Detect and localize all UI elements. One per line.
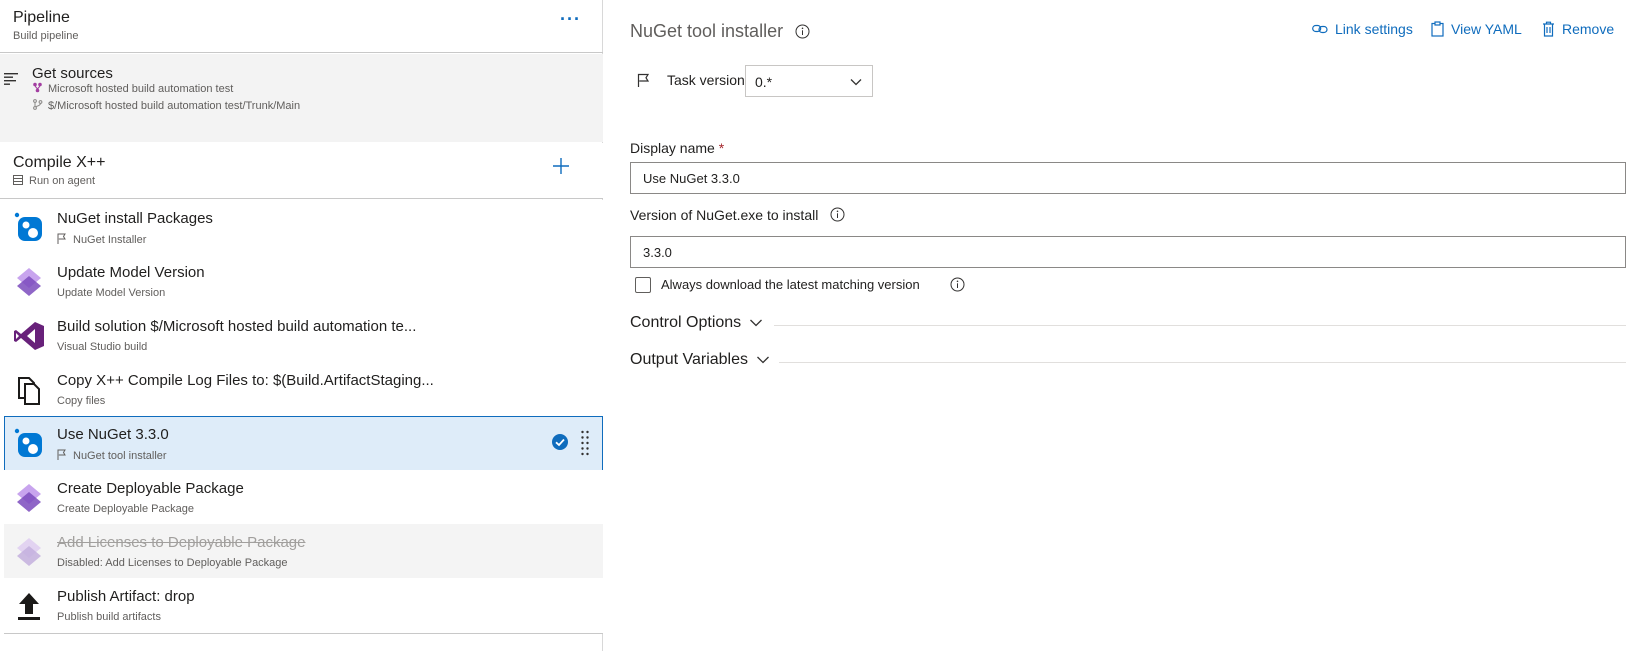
chevron-down-icon xyxy=(757,356,769,364)
required-marker: * xyxy=(718,140,725,156)
output-variables-label: Output Variables xyxy=(630,351,748,368)
task-version-label: Task version xyxy=(667,72,745,88)
agent-job-header[interactable]: Compile X++ Run on agent xyxy=(0,143,603,199)
control-options-section[interactable]: Control Options xyxy=(630,314,763,332)
flag-icon xyxy=(637,73,650,87)
add-task-button[interactable] xyxy=(550,155,572,177)
view-yaml-button[interactable]: View YAML xyxy=(1431,19,1522,39)
task-subtitle-line: NuGet tool installer xyxy=(57,449,167,462)
source-list-icon xyxy=(4,73,18,85)
link-icon xyxy=(1312,24,1328,34)
task-version-dropdown[interactable]: 0.* xyxy=(745,65,873,97)
task-item-build-solution[interactable]: Build solution $/Microsoft hosted build … xyxy=(4,308,603,364)
branch-icon xyxy=(33,99,43,110)
divider xyxy=(779,362,1626,363)
remove-label: Remove xyxy=(1562,21,1615,37)
task-item-add-licenses[interactable]: Add Licenses to Deployable Package Disab… xyxy=(4,524,603,580)
task-subtitle: Update Model Version xyxy=(57,287,166,299)
pipeline-tasks-panel: Pipeline Build pipeline ··· Get sources … xyxy=(0,0,603,651)
always-download-checkbox[interactable] xyxy=(635,277,651,293)
trash-icon xyxy=(1543,21,1554,37)
output-variables-section[interactable]: Output Variables xyxy=(630,351,770,369)
display-name-input[interactable] xyxy=(630,162,1626,194)
task-subtitle: Copy files xyxy=(57,395,106,407)
agent-job-title: Compile X++ xyxy=(13,154,106,171)
info-icon[interactable] xyxy=(795,24,810,39)
task-subtitle: Disabled: Add Licenses to Deployable Pac… xyxy=(57,557,288,569)
chevron-down-icon xyxy=(750,319,763,327)
clipboard-icon xyxy=(1431,21,1444,37)
get-sources-repo-line: Microsoft hosted build automation test xyxy=(32,82,233,95)
control-options-label: Control Options xyxy=(630,314,742,331)
task-title: NuGet install Packages xyxy=(57,210,213,227)
upload-icon xyxy=(18,593,40,620)
task-subtitle: Publish build artifacts xyxy=(57,611,161,623)
get-sources-path-line: $/Microsoft hosted build automation test… xyxy=(32,99,300,112)
server-icon xyxy=(13,175,23,185)
version-spec-label: Version of NuGet.exe to install xyxy=(630,207,819,223)
task-title: Build solution $/Microsoft hosted build … xyxy=(57,318,417,335)
pipeline-subtitle: Build pipeline xyxy=(13,30,79,42)
task-item-use-nuget[interactable]: Use NuGet 3.3.0 NuGet tool installer xyxy=(4,416,603,472)
link-settings-label: Link settings xyxy=(1335,21,1413,37)
dynamics-icon xyxy=(17,538,41,566)
get-sources-title: Get sources xyxy=(32,65,113,82)
task-title: Copy X++ Compile Log Files to: $(Build.A… xyxy=(57,372,434,389)
task-item-publish-artifact[interactable]: Publish Artifact: drop Publish build art… xyxy=(4,578,603,634)
get-sources-item[interactable]: Get sources Microsoft hosted build autom… xyxy=(0,54,603,142)
task-details-panel: NuGet tool installer Link settings View … xyxy=(604,0,1632,651)
visual-studio-icon xyxy=(14,322,44,350)
display-name-label: Display name * xyxy=(630,140,724,156)
task-item-copy-log-files[interactable]: Copy X++ Compile Log Files to: $(Build.A… xyxy=(4,362,603,418)
get-sources-path: $/Microsoft hosted build automation test… xyxy=(48,100,301,112)
get-sources-repo: Microsoft hosted build automation test xyxy=(48,83,234,95)
agent-job-subtitle: Run on agent xyxy=(29,175,96,187)
task-title: Add Licenses to Deployable Package xyxy=(57,534,306,551)
link-settings-button[interactable]: Link settings xyxy=(1312,19,1413,39)
task-version-value: 0.* xyxy=(755,74,773,90)
copy-files-icon xyxy=(18,377,40,405)
view-yaml-label: View YAML xyxy=(1451,21,1522,37)
enabled-check-icon xyxy=(552,434,568,450)
display-name-label-text: Display name xyxy=(630,140,715,156)
nuget-icon xyxy=(14,428,42,457)
remove-button[interactable]: Remove xyxy=(1542,19,1614,39)
task-subtitle-line: NuGet Installer xyxy=(57,233,146,246)
nuget-icon xyxy=(14,212,42,241)
task-item-update-model-version[interactable]: Update Model Version Update Model Versio… xyxy=(4,254,603,310)
chevron-down-icon xyxy=(850,79,862,86)
version-spec-input[interactable] xyxy=(630,236,1626,268)
flag-icon xyxy=(57,233,66,244)
drag-handle-icon[interactable] xyxy=(580,429,590,457)
agent-job-subtitle-line: Run on agent xyxy=(13,175,95,187)
task-title: Use NuGet 3.3.0 xyxy=(57,426,169,443)
task-subtitle: Visual Studio build xyxy=(57,341,148,353)
task-title: Create Deployable Package xyxy=(57,480,244,497)
task-title: Publish Artifact: drop xyxy=(57,588,195,605)
info-icon[interactable] xyxy=(830,207,845,222)
repo-icon xyxy=(33,82,42,93)
divider xyxy=(774,325,1626,326)
task-subtitle: NuGet Installer xyxy=(73,234,147,246)
dynamics-icon xyxy=(17,268,41,296)
more-actions-button[interactable]: ··· xyxy=(560,10,580,32)
pipeline-title: Pipeline xyxy=(13,9,70,26)
dynamics-icon xyxy=(17,484,41,512)
task-item-create-deployable-package[interactable]: Create Deployable Package Create Deploya… xyxy=(4,470,603,526)
task-item-nuget-install-packages[interactable]: NuGet install Packages NuGet Installer xyxy=(4,200,603,256)
always-download-label: Always download the latest matching vers… xyxy=(661,277,920,292)
pipeline-header[interactable]: Pipeline Build pipeline ··· xyxy=(0,0,603,53)
flag-icon xyxy=(57,449,66,460)
info-icon[interactable] xyxy=(950,277,965,292)
task-subtitle: Create Deployable Package xyxy=(57,503,194,515)
task-subtitle: NuGet tool installer xyxy=(73,450,167,462)
task-details-title: NuGet tool installer xyxy=(630,21,784,41)
task-title: Update Model Version xyxy=(57,264,205,281)
